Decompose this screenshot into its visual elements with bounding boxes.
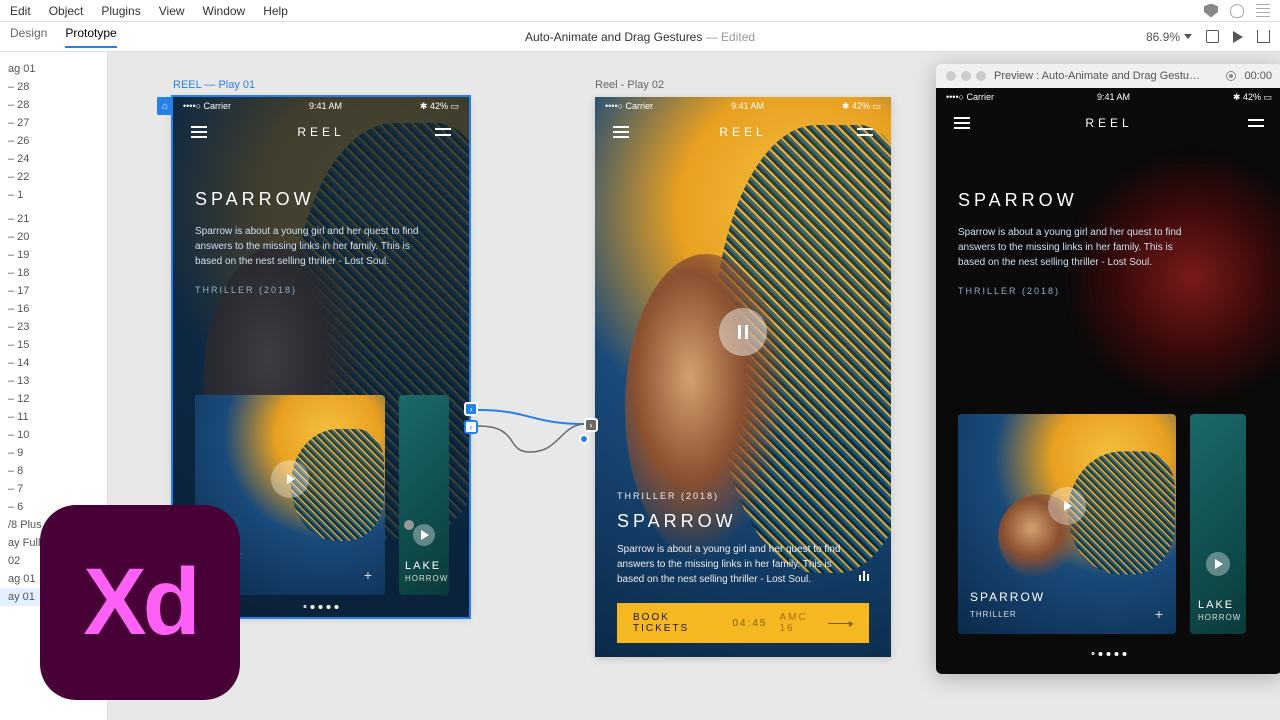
list-icon — [1256, 4, 1270, 18]
menu-plugins[interactable]: Plugins — [101, 4, 140, 18]
filter-icon[interactable] — [857, 126, 873, 138]
menu-icon[interactable] — [613, 126, 629, 138]
page-dots — [1092, 652, 1127, 656]
layer-item[interactable]: – 13 — [0, 372, 107, 390]
prototype-connector-handle[interactable] — [579, 434, 589, 444]
prototype-connector-out[interactable]: › — [464, 402, 478, 416]
preview-titlebar[interactable]: Preview : Auto-Animate and Drag Gestu… 0… — [936, 64, 1280, 88]
layer-item[interactable]: – 27 — [0, 114, 107, 132]
device-preview-icon[interactable] — [1206, 30, 1219, 43]
page-dots — [304, 605, 339, 609]
add-icon[interactable]: + — [1155, 606, 1164, 622]
movie-description: Sparrow is about a young girl and her qu… — [617, 542, 847, 587]
prototype-wire — [470, 404, 600, 454]
play-button-icon[interactable] — [271, 460, 309, 498]
tab-design[interactable]: Design — [10, 26, 47, 48]
menu-edit[interactable]: Edit — [10, 4, 31, 18]
layer-item[interactable]: – 21 — [0, 210, 107, 228]
play-button-icon[interactable] — [1206, 552, 1230, 576]
movie-headline: SPARROW — [958, 190, 1260, 211]
movie-card-sparrow[interactable]: SPARROW THRILLER+ — [958, 414, 1176, 634]
equalizer-icon[interactable] — [859, 571, 869, 581]
layer-item[interactable]: – 20 — [0, 228, 107, 246]
movie-meta: THRILLER (2018) — [195, 285, 447, 295]
prototype-connector-target[interactable]: › — [584, 418, 598, 432]
play-button-icon[interactable] — [1048, 487, 1086, 525]
window-controls[interactable] — [946, 71, 986, 81]
status-bar: ••••○ Carrier 9:41 AM ✱ 42% ▭ — [173, 97, 469, 115]
layer-item[interactable]: – 18 — [0, 264, 107, 282]
layer-item[interactable]: – 10 — [0, 426, 107, 444]
connector-dot[interactable] — [404, 520, 414, 530]
layer-item[interactable]: – 17 — [0, 282, 107, 300]
menu-icon[interactable] — [191, 126, 207, 138]
prototype-connector-in[interactable]: ‹ — [464, 420, 478, 434]
layer-item[interactable]: – 15 — [0, 336, 107, 354]
shield-icon — [1204, 4, 1218, 18]
preview-title: Preview : Auto-Animate and Drag Gestu… — [994, 70, 1218, 82]
movie-card-lake[interactable]: LAKE HORROW — [1190, 414, 1246, 634]
movie-meta: THRILLER (2018) — [958, 286, 1260, 296]
movie-card-lake[interactable]: LAKE HORROW — [399, 395, 449, 595]
home-artboard-icon[interactable]: ⌂ — [157, 97, 173, 115]
status-bar: ••••○ Carrier 9:41 AM ✱ 42% ▭ — [595, 97, 891, 115]
filter-icon[interactable] — [1248, 117, 1264, 129]
play-icon[interactable] — [1233, 31, 1243, 43]
filter-icon[interactable] — [435, 126, 451, 138]
layer-item[interactable]: – 28 — [0, 96, 107, 114]
record-time: 00:00 — [1244, 70, 1272, 82]
tab-prototype[interactable]: Prototype — [65, 26, 116, 48]
layer-item[interactable]: – 28 — [0, 78, 107, 96]
status-bar: ••••○ Carrier 9:41 AM ✱ 42% ▭ — [936, 88, 1280, 106]
adobe-xd-logo: Xd — [40, 505, 240, 700]
play-button-icon[interactable] — [413, 524, 435, 546]
canvas[interactable]: REEL — Play 01 ⌂ ••••○ Carrier 9:41 AM ✱… — [108, 52, 1280, 720]
cloud-icon — [1230, 4, 1244, 18]
layer-item[interactable]: – 14 — [0, 354, 107, 372]
movie-meta: THRILLER (2018) — [617, 491, 869, 501]
layer-item[interactable]: – 11 — [0, 408, 107, 426]
layer-item[interactable]: ag 01 — [0, 60, 107, 78]
app-title: REEL — [297, 125, 344, 139]
book-tickets-button[interactable]: BOOK TICKETS 04:45 AMC 16 — [617, 603, 869, 643]
artboard-reel-play-02[interactable]: Reel - Play 02 ••••○ Carrier 9:41 AM ✱ 4… — [595, 97, 891, 657]
menu-window[interactable]: Window — [203, 4, 246, 18]
add-icon[interactable]: + — [364, 567, 373, 583]
layer-item[interactable]: – 7 — [0, 480, 107, 498]
menu-icon[interactable] — [954, 117, 970, 129]
layer-item[interactable]: – 9 — [0, 444, 107, 462]
zoom-dropdown[interactable]: 86.9% — [1146, 30, 1192, 44]
preview-window[interactable]: Preview : Auto-Animate and Drag Gestu… 0… — [936, 64, 1280, 674]
layer-item[interactable]: – 16 — [0, 300, 107, 318]
layer-item[interactable]: – 24 — [0, 150, 107, 168]
record-icon[interactable] — [1226, 71, 1236, 81]
layer-item[interactable]: – 1 — [0, 186, 107, 204]
layer-item[interactable]: – 23 — [0, 318, 107, 336]
movie-headline: SPARROW — [195, 189, 447, 210]
movie-description: Sparrow is about a young girl and her qu… — [958, 225, 1188, 270]
pause-button-icon[interactable] — [719, 308, 767, 356]
app-title: REEL — [1085, 116, 1132, 130]
menu-object[interactable]: Object — [49, 4, 84, 18]
layer-item[interactable]: – 22 — [0, 168, 107, 186]
artboard-label[interactable]: REEL — Play 01 — [173, 79, 255, 91]
app-toolbar: Design Prototype Auto-Animate and Drag G… — [0, 22, 1280, 52]
menu-view[interactable]: View — [159, 4, 185, 18]
share-icon[interactable] — [1257, 30, 1270, 43]
app-menubar: Edit Object Plugins View Window Help — [0, 0, 1280, 22]
layer-item[interactable]: – 8 — [0, 462, 107, 480]
layer-item[interactable]: – 12 — [0, 390, 107, 408]
menu-help[interactable]: Help — [263, 4, 288, 18]
app-title: REEL — [719, 125, 766, 139]
document-title: Auto-Animate and Drag Gestures — Edited — [525, 30, 755, 44]
artboard-label[interactable]: Reel - Play 02 — [595, 79, 664, 91]
layer-item[interactable]: – 19 — [0, 246, 107, 264]
layer-item[interactable]: – 26 — [0, 132, 107, 150]
movie-headline: SPARROW — [617, 511, 869, 532]
movie-description: Sparrow is about a young girl and her qu… — [195, 224, 425, 269]
